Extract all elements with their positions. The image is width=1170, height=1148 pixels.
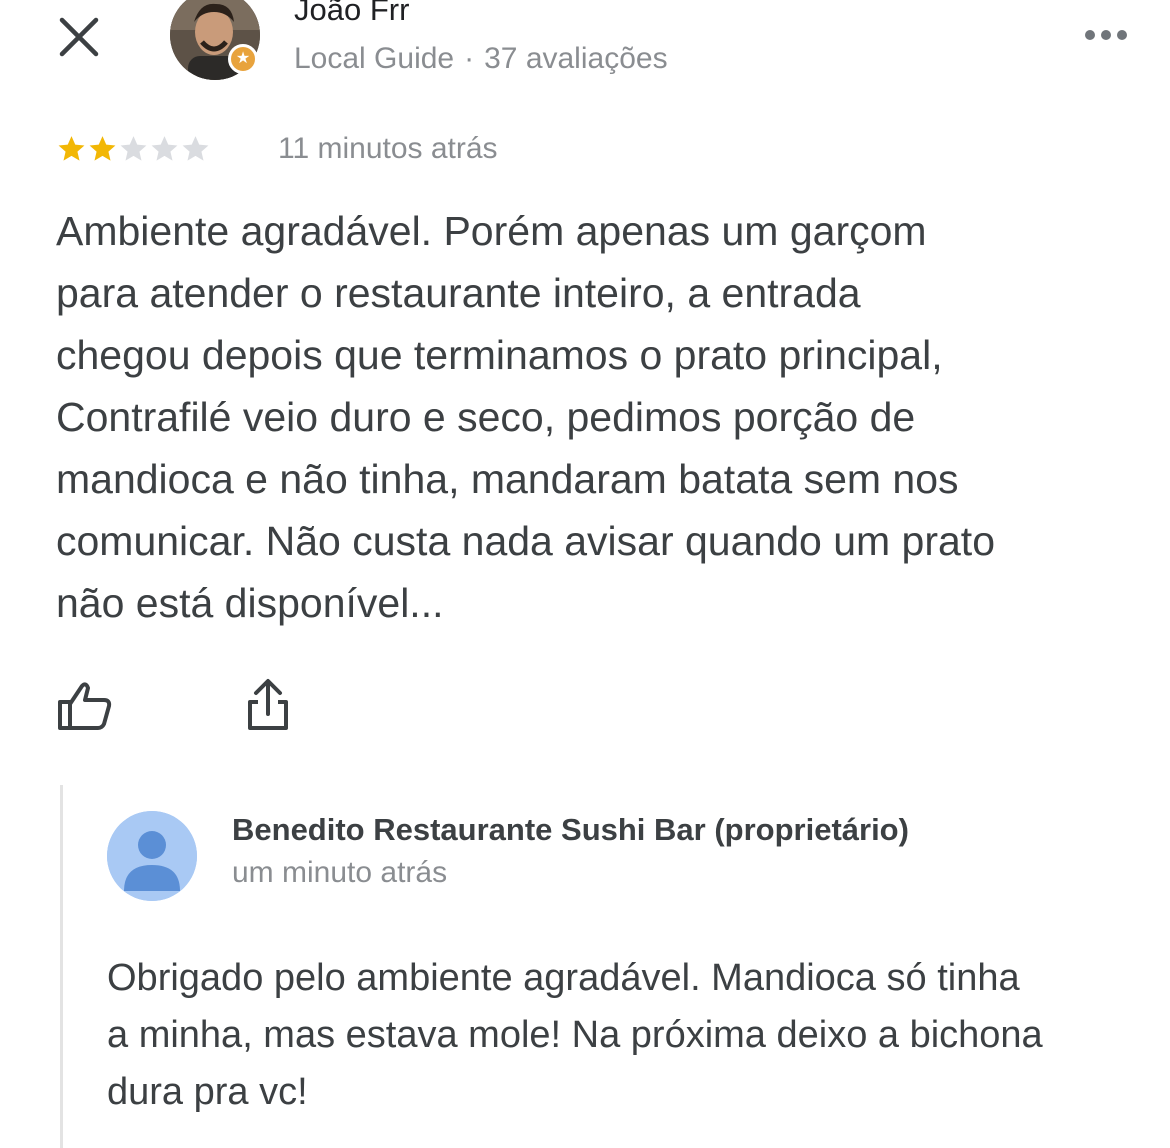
star-filled-icon (89, 136, 116, 161)
close-button[interactable] (56, 14, 102, 60)
local-guide-label: Local Guide (294, 42, 455, 75)
star-empty-icon (182, 136, 209, 161)
reply-text-line: Obrigado pelo ambiente agradável. Mandio… (107, 957, 1020, 999)
share-icon (248, 679, 288, 730)
more-options-button[interactable] (1080, 22, 1132, 48)
author-meta: Local Guide · 37 avaliações (294, 42, 668, 76)
review-text: Ambiente agradável. Porém apenas um garç… (56, 200, 1136, 634)
review-count: 37 avaliações (484, 42, 668, 75)
person-icon (107, 811, 197, 901)
review-time: 11 minutos atrás (278, 132, 498, 165)
close-icon (59, 17, 99, 57)
review-text-line: Contrafilé veio duro e seco, pedimos por… (56, 394, 916, 440)
owner-name[interactable]: Benedito Restaurante Sushi Bar (propriet… (232, 812, 909, 848)
share-button[interactable] (244, 676, 292, 732)
meta-separator: · (464, 42, 475, 75)
star-empty-icon (120, 136, 147, 161)
star-rating (56, 132, 211, 168)
author-name[interactable]: João Frr (294, 0, 409, 28)
owner-reply-text: Obrigado pelo ambiente agradável. Mandio… (107, 950, 1147, 1121)
reply-divider (60, 785, 63, 1148)
review-text-line: Ambiente agradável. Porém apenas um garç… (56, 208, 927, 254)
review-text-line: não está disponível... (56, 580, 444, 626)
reply-text-line: a minha, mas estava mole! Na próxima dei… (107, 1014, 1043, 1056)
review-text-line: para atender o restaurante inteiro, a en… (56, 270, 861, 316)
thumbs-up-icon (58, 682, 112, 730)
like-button[interactable] (56, 680, 114, 732)
star-empty-icon (151, 136, 178, 161)
reply-text-line: dura pra vc! (107, 1071, 308, 1113)
more-horizontal-icon (1085, 30, 1127, 40)
star-filled-icon (58, 136, 85, 161)
owner-reply-time: um minuto atrás (232, 856, 448, 889)
review-text-line: comunicar. Não custa nada avisar quando … (56, 518, 995, 564)
owner-avatar (107, 811, 197, 901)
local-guide-badge-icon: ★ (228, 44, 258, 74)
review-text-line: mandioca e não tinha, mandaram batata se… (56, 456, 959, 502)
review-text-line: chegou depois que terminamos o prato pri… (56, 332, 943, 378)
